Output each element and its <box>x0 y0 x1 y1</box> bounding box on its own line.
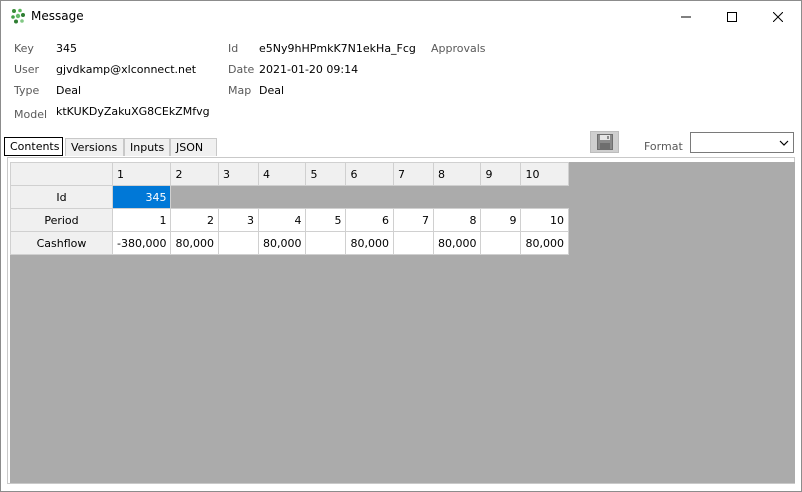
minimize-button[interactable] <box>663 1 709 32</box>
data-grid: 1 2 3 4 5 6 7 8 9 10 Id 345 Period 1 2 3… <box>10 162 569 255</box>
column-header[interactable]: 10 <box>520 162 569 186</box>
map-label: Map <box>228 84 252 97</box>
column-header-row: 1 2 3 4 5 6 7 8 9 10 <box>10 162 569 186</box>
grid-cell[interactable]: 80,000 <box>520 231 569 255</box>
minimize-icon <box>681 16 691 17</box>
tab-json[interactable]: JSON <box>170 138 217 156</box>
format-dropdown[interactable] <box>690 132 794 153</box>
user-value: gjvdkamp@xlconnect.net <box>56 63 197 76</box>
date-value: 2021-01-20 09:14 <box>259 63 359 76</box>
grid-cell[interactable]: 7 <box>392 208 434 232</box>
column-header[interactable]: 5 <box>305 162 347 186</box>
map-value: Deal <box>259 84 285 97</box>
row-header-id[interactable]: Id <box>10 185 113 209</box>
column-header[interactable]: 3 <box>217 162 259 186</box>
chevron-down-icon <box>779 140 789 146</box>
grid-cell[interactable]: 1 <box>111 208 172 232</box>
grid-cell[interactable]: 80,000 <box>345 231 394 255</box>
type-value: Deal <box>56 84 82 97</box>
date-label: Date <box>228 63 255 76</box>
maximize-button[interactable] <box>709 1 755 32</box>
grid-cell[interactable]: 6 <box>345 208 394 232</box>
app-logo-icon <box>11 8 25 24</box>
tab-versions[interactable]: Versions <box>65 138 124 156</box>
save-button[interactable] <box>590 131 619 153</box>
message-window: Message Key 345 User gjvdkamp@xlconnect.… <box>0 0 802 492</box>
grid-corner[interactable] <box>10 162 113 186</box>
grid-cell[interactable]: 9 <box>480 208 522 232</box>
key-value: 345 <box>56 42 77 55</box>
grid-cell[interactable] <box>217 231 259 255</box>
grid-cell[interactable] <box>480 231 522 255</box>
grid-cell[interactable]: 4 <box>257 208 307 232</box>
tab-inputs[interactable]: Inputs <box>124 138 170 156</box>
id-label: Id <box>228 42 239 55</box>
grid-cell[interactable]: -380,000 <box>111 231 172 255</box>
window-title: Message <box>31 9 84 23</box>
close-icon <box>773 11 783 22</box>
column-header[interactable]: 8 <box>432 162 482 186</box>
grid-cell[interactable]: 80,000 <box>432 231 482 255</box>
row-header-cashflow[interactable]: Cashflow <box>10 231 113 255</box>
grid-cell[interactable] <box>305 231 347 255</box>
approvals-label: Approvals <box>431 42 486 55</box>
column-header[interactable]: 2 <box>170 162 219 186</box>
grid-cell[interactable]: 80,000 <box>170 231 219 255</box>
close-button[interactable] <box>755 1 801 32</box>
type-label: Type <box>14 84 40 97</box>
model-value: ktKUKDyZakuXG8CEkZMfvg <box>56 105 210 118</box>
tab-contents[interactable]: Contents <box>4 137 63 156</box>
column-header[interactable]: 7 <box>392 162 434 186</box>
grid-cell[interactable]: 5 <box>305 208 347 232</box>
format-label: Format <box>644 140 683 153</box>
grid-cell[interactable]: 2 <box>170 208 219 232</box>
grid-cell[interactable]: 8 <box>432 208 482 232</box>
grid-cell[interactable] <box>392 231 434 255</box>
column-header[interactable]: 1 <box>111 162 172 186</box>
grid-cell[interactable]: 10 <box>520 208 569 232</box>
column-header[interactable]: 9 <box>480 162 522 186</box>
floppy-disk-icon <box>596 134 613 150</box>
grid-cell[interactable]: 80,000 <box>257 231 307 255</box>
column-header[interactable]: 6 <box>345 162 394 186</box>
row-header-period[interactable]: Period <box>10 208 113 232</box>
user-label: User <box>14 63 40 76</box>
id-value: e5Ny9hHPmkK7N1ekHa_Fcg <box>259 42 416 55</box>
table-row: Cashflow -380,000 80,000 80,000 80,000 8… <box>10 231 569 255</box>
table-row: Id 345 <box>10 185 569 209</box>
maximize-icon <box>727 11 737 22</box>
column-header[interactable]: 4 <box>257 162 307 186</box>
grid-cell-selected[interactable]: 345 <box>111 185 172 209</box>
grid-empty-area <box>170 185 569 209</box>
title-bar[interactable]: Message <box>1 1 801 32</box>
key-label: Key <box>14 42 34 55</box>
grid-cell[interactable]: 3 <box>217 208 259 232</box>
table-row: Period 1 2 3 4 5 6 7 8 9 10 <box>10 208 569 232</box>
model-label: Model <box>14 108 48 121</box>
